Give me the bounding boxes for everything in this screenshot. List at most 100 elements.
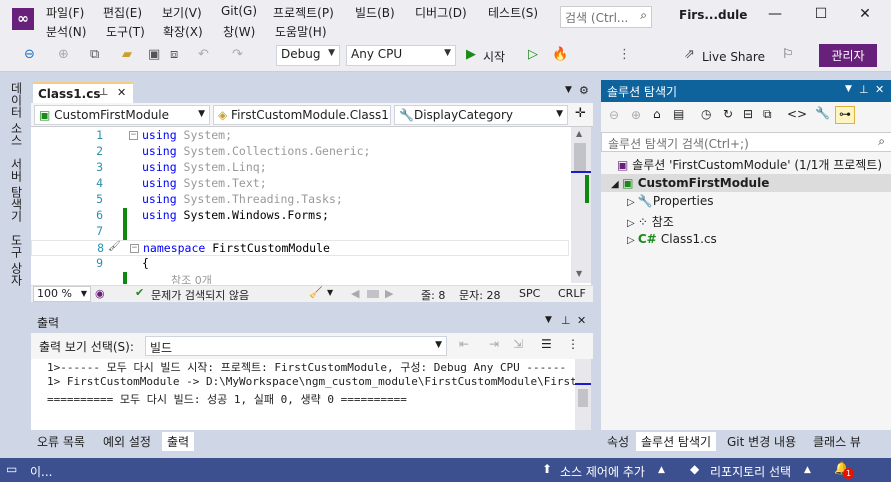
line-indicator[interactable]: 줄: 8 bbox=[421, 287, 445, 303]
tab-exception-settings[interactable]: 예외 설정 bbox=[98, 432, 156, 451]
tab-git-changes[interactable]: Git 변경 내용 bbox=[722, 432, 801, 451]
feedback-icon[interactable]: ⚐ bbox=[782, 47, 794, 62]
scroll-thumb[interactable] bbox=[578, 389, 588, 407]
tree-item-properties[interactable]: ▷ 🔧Properties bbox=[627, 194, 713, 208]
tree-item-project[interactable]: ◢ ▣ CustomFirstModule bbox=[611, 176, 769, 190]
scroll-down-icon[interactable]: ▼ bbox=[576, 269, 582, 278]
cleanup-icon[interactable]: 🧹 bbox=[309, 286, 323, 299]
close-icon[interactable]: ✕ bbox=[577, 314, 586, 327]
collapsed-arrow-icon[interactable]: ▷ bbox=[627, 235, 638, 246]
goto-previous-icon[interactable]: ⇤ bbox=[459, 337, 469, 351]
play-icon[interactable]: ▶ bbox=[466, 47, 476, 62]
properties-icon[interactable]: 🔧 bbox=[815, 106, 830, 120]
menu-edit[interactable]: 편집(E) bbox=[103, 4, 142, 21]
config-select[interactable]: Debug ▼ bbox=[276, 45, 340, 66]
nav-member-select[interactable]: 🔧DisplayCategory ▼ bbox=[394, 105, 568, 125]
show-all-files-icon[interactable]: ⧉ bbox=[763, 107, 772, 122]
menu-window[interactable]: 창(W) bbox=[223, 23, 255, 40]
undo-icon[interactable]: ↶ bbox=[198, 47, 209, 62]
hot-reload-icon[interactable]: 🔥 bbox=[552, 47, 568, 62]
spc-indicator[interactable]: SPC bbox=[519, 287, 540, 300]
sync-icon[interactable]: ↻ bbox=[723, 107, 733, 121]
menu-view[interactable]: 보기(V) bbox=[162, 4, 202, 21]
clear-all-icon[interactable]: ☰ bbox=[541, 337, 552, 351]
menu-file[interactable]: 파일(F) bbox=[46, 4, 84, 21]
scroll-thumb[interactable] bbox=[574, 143, 586, 171]
live-share-button[interactable]: Live Share bbox=[702, 50, 765, 64]
collapse-all-icon[interactable]: ⊟ bbox=[743, 107, 753, 121]
pin-icon[interactable]: ⊥ bbox=[859, 83, 869, 96]
platform-select[interactable]: Any CPU ▼ bbox=[346, 45, 456, 66]
open-folder-icon[interactable]: ▰ bbox=[122, 47, 132, 62]
tab-server-explorer[interactable]: 서버 탐색기 bbox=[8, 158, 25, 222]
menu-help[interactable]: 도움말(H) bbox=[275, 23, 327, 40]
tab-error-list[interactable]: 오류 목록 bbox=[32, 432, 90, 451]
panel-dropdown-icon[interactable]: ▼ bbox=[845, 84, 852, 94]
code-area[interactable]: 1− using System; 2 using System.Collection… bbox=[31, 128, 571, 284]
pin-icon[interactable]: ⊥ bbox=[99, 87, 108, 98]
collapse-icon[interactable]: − bbox=[129, 131, 138, 140]
search-input[interactable]: 검색 (Ctrl... ⌕ bbox=[560, 6, 652, 28]
close-icon[interactable]: ✕ bbox=[875, 83, 884, 96]
add-source-control-button[interactable]: 소스 제어에 추가 bbox=[560, 463, 645, 480]
quick-action-icon[interactable]: 🖌 bbox=[108, 241, 121, 252]
new-project-icon[interactable]: ⧉ bbox=[90, 47, 99, 62]
nav-class-select[interactable]: ◈ FirstCustomModule.Class1 bbox=[213, 105, 391, 125]
back-icon[interactable]: ⊖ bbox=[609, 108, 619, 122]
menu-analyze[interactable]: 분석(N) bbox=[46, 23, 86, 40]
tab-data-sources[interactable]: 데이터 소스 bbox=[8, 82, 25, 146]
chevron-up-icon[interactable]: ▲ bbox=[804, 465, 811, 475]
collapse-icon[interactable]: − bbox=[130, 244, 139, 253]
tab-class1[interactable]: Class1.cs ⊥ ✕ bbox=[33, 82, 133, 103]
scroll-left-icon[interactable]: ◀ bbox=[351, 287, 359, 300]
settings-icon[interactable]: ⚙ bbox=[579, 84, 589, 97]
tree-item-solution[interactable]: ▣ 솔루션 'FirstCustomModule' (1/1개 프로젝트) bbox=[617, 156, 882, 173]
crlf-indicator[interactable]: CRLF bbox=[558, 287, 586, 300]
repository-icon[interactable]: ◆ bbox=[690, 462, 699, 476]
references-hint[interactable]: 참조 0개 bbox=[171, 272, 212, 284]
close-icon[interactable]: ✕ bbox=[850, 6, 880, 28]
chevron-up-icon[interactable]: ▲ bbox=[658, 465, 665, 475]
tab-class-view[interactable]: 클래스 뷰 bbox=[808, 432, 866, 451]
save-icon[interactable]: ▣ bbox=[148, 47, 160, 62]
output-source-select[interactable]: 빌드 ▼ bbox=[145, 336, 447, 356]
goto-next-icon[interactable]: ⇥ bbox=[489, 337, 499, 351]
code-view-icon[interactable]: <> bbox=[787, 107, 807, 121]
tree-item-references[interactable]: ▷ ⁘ 참조 bbox=[627, 213, 674, 230]
word-wrap-icon[interactable]: ⋮ bbox=[567, 337, 579, 351]
home-icon[interactable]: ⌂ bbox=[653, 107, 661, 121]
copilot-icon[interactable]: ◉ bbox=[95, 287, 105, 300]
tab-dropdown-icon[interactable]: ▼ bbox=[565, 85, 572, 95]
forward-icon[interactable]: ⊕ bbox=[58, 47, 69, 62]
tree-item-class1[interactable]: ▷ C# Class1.cs bbox=[627, 232, 717, 246]
editor-scrollbar[interactable]: ▲ ▼ bbox=[571, 127, 591, 283]
h-scroll-thumb[interactable] bbox=[367, 290, 379, 298]
chevron-down-icon[interactable]: ▼ bbox=[327, 288, 333, 297]
menu-build[interactable]: 빌드(B) bbox=[355, 4, 395, 21]
menu-git[interactable]: Git(G) bbox=[221, 4, 257, 18]
back-icon[interactable]: ⊖ bbox=[24, 47, 35, 62]
menu-extensions[interactable]: 확장(X) bbox=[163, 23, 203, 40]
split-icon[interactable]: ✛ bbox=[575, 106, 586, 121]
admin-button[interactable]: 관리자 bbox=[819, 44, 877, 67]
issues-status[interactable]: 문제가 검색되지 않음 bbox=[151, 287, 249, 303]
tab-properties[interactable]: 속성 bbox=[602, 432, 634, 451]
tab-toolbox[interactable]: 도구 상자 bbox=[8, 234, 25, 286]
maximize-icon[interactable]: ☐ bbox=[806, 6, 836, 28]
scroll-right-icon[interactable]: ▶ bbox=[385, 287, 393, 300]
menu-tools[interactable]: 도구(T) bbox=[106, 23, 145, 40]
notification-icon[interactable]: ▭ bbox=[6, 462, 17, 476]
expand-arrow-icon[interactable]: ◢ bbox=[611, 179, 622, 190]
menu-project[interactable]: 프로젝트(P) bbox=[273, 4, 334, 21]
select-repository-button[interactable]: 리포지토리 선택 bbox=[710, 463, 791, 480]
save-all-icon[interactable]: ⧈ bbox=[170, 47, 178, 62]
pin-icon[interactable]: ⊥ bbox=[561, 314, 571, 327]
minimize-icon[interactable]: — bbox=[760, 6, 790, 28]
menu-test[interactable]: 테스트(S) bbox=[488, 4, 538, 21]
upload-icon[interactable]: ⬆ bbox=[542, 462, 552, 476]
close-tab-icon[interactable]: ✕ bbox=[117, 86, 126, 99]
scroll-up-icon[interactable]: ▲ bbox=[576, 129, 582, 138]
collapsed-arrow-icon[interactable]: ▷ bbox=[627, 218, 638, 229]
column-indicator[interactable]: 문자: 28 bbox=[459, 287, 500, 303]
redo-icon[interactable]: ↷ bbox=[232, 47, 243, 62]
